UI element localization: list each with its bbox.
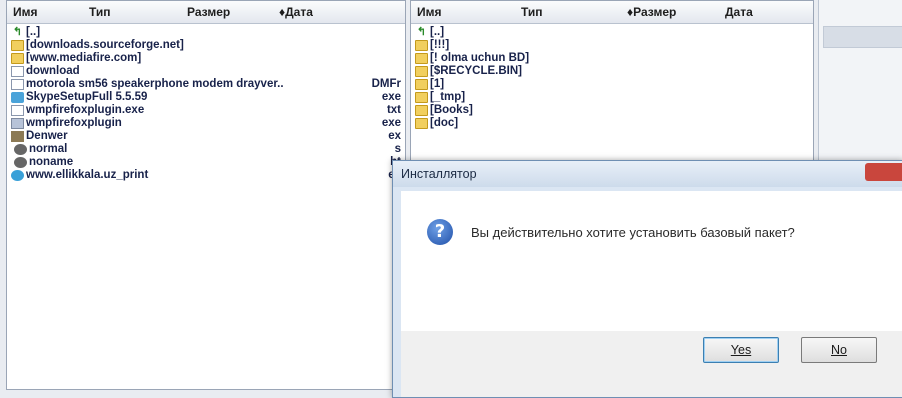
col-size-header[interactable]: ♦Размер xyxy=(617,5,725,19)
file-row[interactable]: nonameht xyxy=(7,156,405,169)
file-name: [..] xyxy=(26,26,41,38)
no-button-label: No xyxy=(831,343,847,357)
image-icon xyxy=(11,131,24,142)
file-name: [1] xyxy=(430,78,445,90)
file-row[interactable]: www.ellikkala.uz_printex xyxy=(7,169,405,182)
dialog-content xyxy=(401,191,902,331)
file-name: noname xyxy=(29,156,74,168)
left-file-panel[interactable]: Имя Тип Размер ♦Дата ↰ [..] [downloads.sou… xyxy=(6,0,406,390)
yes-button-label: Yes xyxy=(730,343,752,357)
dll-icon xyxy=(11,118,24,129)
no-button[interactable]: No xyxy=(801,337,877,363)
file-name: [downloads.sourceforge.net] xyxy=(26,39,184,51)
up-dir-icon: ↰ xyxy=(416,26,427,38)
side-panel-strip xyxy=(823,26,902,48)
file-row[interactable]: [!!!] xyxy=(411,39,813,52)
file-name: SkypeSetupFull 5.5.59 xyxy=(26,91,148,103)
col-type-header[interactable]: Тип xyxy=(483,5,617,19)
folder-icon xyxy=(415,79,428,90)
web-icon xyxy=(11,170,24,181)
file-ext: s xyxy=(394,143,401,155)
file-icon xyxy=(11,79,24,90)
col-date-header[interactable]: Дата xyxy=(725,5,785,19)
dot-icon xyxy=(14,157,27,168)
file-name: [Books] xyxy=(430,104,473,116)
file-icon xyxy=(11,66,24,77)
file-name: download xyxy=(26,65,80,77)
file-row[interactable]: normal s xyxy=(7,143,405,156)
up-dir-icon: ↰ xyxy=(12,26,23,38)
file-icon xyxy=(11,105,24,116)
file-row[interactable]: ↰ [..] xyxy=(411,26,813,39)
left-column-header: Имя Тип Размер ♦Дата xyxy=(7,1,405,24)
yes-button[interactable]: Yes xyxy=(703,337,779,363)
folder-icon xyxy=(11,40,24,51)
file-row[interactable]: [1] xyxy=(411,78,813,91)
file-row[interactable]: [www.mediafire.com] xyxy=(7,52,405,65)
file-row[interactable]: download xyxy=(7,65,405,78)
close-button[interactable] xyxy=(865,163,902,181)
file-name: [www.mediafire.com] xyxy=(26,52,142,64)
file-ext: txt xyxy=(386,104,401,116)
file-ext: exe xyxy=(381,91,401,103)
exe-icon xyxy=(11,92,24,103)
file-name: [doc] xyxy=(430,117,459,129)
dialog-title: Инсталлятор xyxy=(393,161,902,187)
file-row[interactable]: [Books] xyxy=(411,104,813,117)
file-row[interactable]: [$RECYCLE.BIN] xyxy=(411,65,813,78)
file-row[interactable]: ↰ [..] xyxy=(7,26,405,39)
file-name: wmpfirefoxplugin xyxy=(26,117,122,129)
file-row[interactable]: motorola sm56 speakerphone modem drayver… xyxy=(7,78,405,91)
file-row[interactable]: wmpfirefoxplugin exe xyxy=(7,117,405,130)
file-name: [..] xyxy=(430,26,445,38)
folder-icon xyxy=(415,118,428,129)
file-name: [!!!] xyxy=(430,39,450,51)
file-name: [_tmp] xyxy=(430,91,466,103)
file-ext: exe xyxy=(381,117,401,129)
file-row[interactable]: [downloads.sourceforge.net] xyxy=(7,39,405,52)
folder-icon xyxy=(415,66,428,77)
file-name: [$RECYCLE.BIN] xyxy=(430,65,523,77)
folder-icon xyxy=(415,92,428,103)
folder-icon xyxy=(415,40,428,51)
installer-dialog: Инсталлятор ? Вы действительно хотите ус… xyxy=(392,160,902,398)
file-name: wmpfirefoxplugin.exe xyxy=(26,104,145,116)
file-name: [! olma uchun BD] xyxy=(430,52,530,64)
folder-icon xyxy=(415,105,428,116)
file-ext: DMFr xyxy=(371,78,401,90)
file-row[interactable]: SkypeSetupFull 5.5.59 exe xyxy=(7,91,405,104)
file-row[interactable]: Denwer ex xyxy=(7,130,405,143)
file-row[interactable]: [_tmp] xyxy=(411,91,813,104)
col-type-header[interactable]: Тип xyxy=(79,5,187,19)
col-size-header[interactable]: Размер xyxy=(187,5,279,19)
folder-icon xyxy=(415,53,428,64)
dot-icon xyxy=(14,144,27,155)
file-name: normal xyxy=(29,143,68,155)
file-row[interactable]: [! olma uchun BD] xyxy=(411,52,813,65)
file-ext: ex xyxy=(388,130,401,142)
dialog-message: Вы действительно хотите установить базов… xyxy=(471,225,795,240)
file-row[interactable]: [doc] xyxy=(411,117,813,130)
folder-icon xyxy=(11,53,24,64)
file-row[interactable]: wmpfirefoxplugin.exe txt xyxy=(7,104,405,117)
file-name: Denwer xyxy=(26,130,68,142)
file-name: motorola sm56 speakerphone modem drayver… xyxy=(26,78,284,90)
col-date-header[interactable]: ♦Дата xyxy=(279,5,359,19)
question-icon: ? xyxy=(427,219,453,245)
file-name: www.ellikkala.uz_print xyxy=(26,169,149,181)
right-column-header: Имя Тип ♦Размер Дата xyxy=(411,1,813,24)
col-name-header[interactable]: Имя xyxy=(411,5,483,19)
col-name-header[interactable]: Имя xyxy=(7,5,79,19)
